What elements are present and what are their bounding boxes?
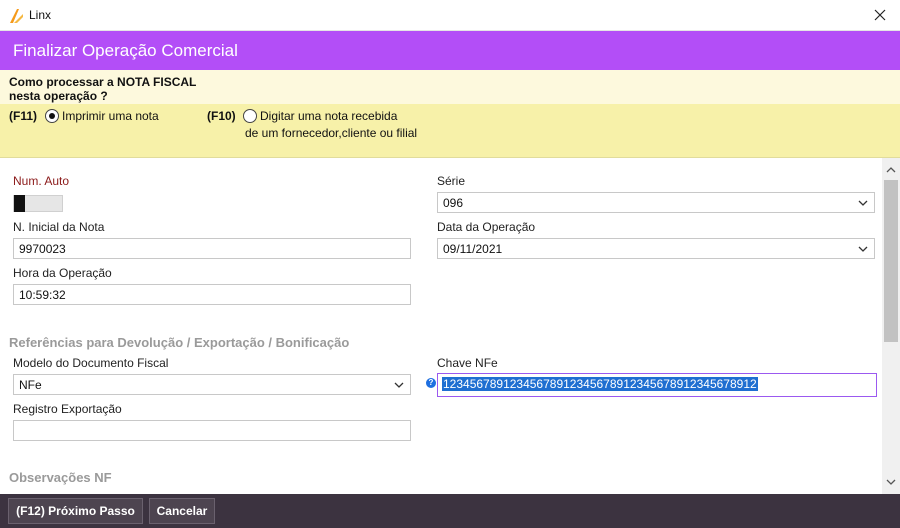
question-line-2: nesta operação ?: [9, 89, 108, 103]
question-line-1: Como processar a NOTA FISCAL: [9, 75, 197, 89]
num-auto-label: Num. Auto: [13, 174, 70, 188]
hora-operacao-label: Hora da Operação: [13, 266, 112, 280]
dialog-header: Finalizar Operação Comercial: [0, 31, 900, 70]
serie-value: 096: [443, 196, 464, 210]
option-imprimir-label: Imprimir uma nota: [62, 109, 159, 123]
modelo-select[interactable]: NFe: [13, 374, 411, 395]
registro-label: Registro Exportação: [13, 402, 122, 416]
modelo-value: NFe: [19, 378, 42, 392]
options-panel: (F11) Imprimir uma nota (F10) Digitar um…: [0, 104, 900, 158]
data-operacao-value: 09/11/2021: [443, 242, 503, 256]
section-observacoes: Observações NF: [9, 470, 112, 485]
chevron-down-icon: [858, 246, 868, 252]
serie-select[interactable]: 096: [437, 192, 875, 213]
scroll-up-icon[interactable]: [885, 164, 897, 176]
section-referencias: Referências para Devolução / Exportação …: [9, 335, 350, 350]
option-digitar-label-2: de um fornecedor,cliente ou filial: [245, 126, 418, 140]
dialog-title: Finalizar Operação Comercial: [13, 41, 238, 60]
option-imprimir-radio[interactable]: [45, 109, 59, 123]
chave-nfe-input[interactable]: 1234567891234567891234567891234567891234…: [437, 373, 877, 397]
option-digitar-radio[interactable]: [243, 109, 257, 123]
scroll-down-icon[interactable]: [885, 476, 897, 488]
vertical-scrollbar[interactable]: [882, 158, 900, 494]
data-operacao-select[interactable]: 09/11/2021: [437, 238, 875, 259]
chevron-down-icon: [394, 382, 404, 388]
num-auto-toggle[interactable]: [13, 195, 63, 212]
form-content: Num. Auto Série 096 N. Inicial da Nota 9…: [0, 158, 882, 494]
modelo-label: Modelo do Documento Fiscal: [13, 356, 169, 370]
chave-label: Chave NFe: [437, 356, 498, 370]
close-icon[interactable]: [868, 3, 892, 27]
next-step-button[interactable]: (F12) Próximo Passo: [8, 498, 143, 524]
scrollbar-thumb[interactable]: [884, 180, 898, 342]
hora-operacao-input[interactable]: 10:59:32: [13, 284, 411, 305]
registro-input[interactable]: [13, 420, 411, 441]
question-panel: Como processar a NOTA FISCAL nesta opera…: [0, 70, 900, 104]
data-operacao-label: Data da Operação: [437, 220, 536, 234]
window-titlebar: Linx: [0, 0, 900, 31]
linx-logo-icon: [10, 9, 23, 23]
n-inicial-input[interactable]: 9970023: [13, 238, 411, 259]
option-imprimir-key: (F11): [9, 109, 38, 123]
option-digitar-label: Digitar uma nota recebida: [260, 109, 398, 123]
window-title: Linx: [29, 8, 52, 22]
chevron-down-icon: [858, 200, 868, 206]
cancel-button[interactable]: Cancelar: [149, 498, 215, 524]
dialog-footer: (F12) Próximo Passo Cancelar: [0, 494, 900, 528]
n-inicial-label: N. Inicial da Nota: [13, 220, 105, 234]
help-icon[interactable]: ?: [426, 378, 436, 388]
serie-label: Série: [437, 174, 466, 188]
chave-nfe-value: 1234567891234567891234567891234567891234…: [442, 377, 758, 391]
option-digitar-key: (F10): [207, 109, 236, 123]
toggle-knob: [14, 195, 25, 212]
